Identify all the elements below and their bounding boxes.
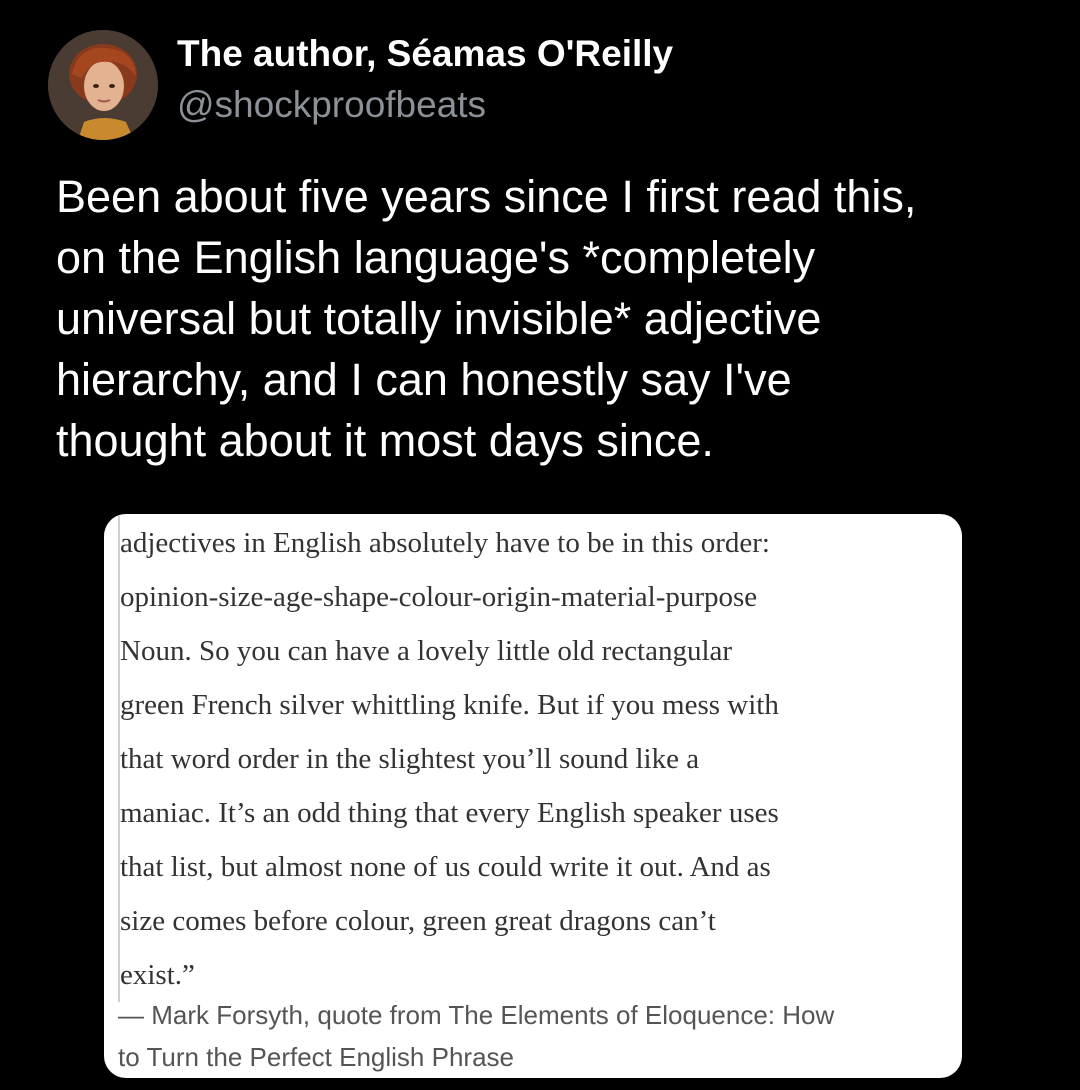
tweet-text-line: hierarchy, and I can honestly say I've xyxy=(56,354,792,405)
quote-line: Noun. So you can have a lovely little ol… xyxy=(120,635,733,667)
quote-body: adjectives in English absolutely have to… xyxy=(118,516,958,1002)
tweet-text-line: Been about five years since I first read… xyxy=(56,171,917,222)
attribution-line: — Mark Forsyth, quote from The Elements … xyxy=(118,1000,835,1030)
quote-image-card[interactable]: adjectives in English absolutely have to… xyxy=(104,514,962,1078)
quote-line: opinion-size-age-shape-colour-origin-mat… xyxy=(120,581,758,613)
attribution-line: to Turn the Perfect English Phrase xyxy=(118,1042,514,1072)
quote-line: that list, but almost none of us could w… xyxy=(120,851,771,883)
avatar-illustration-icon xyxy=(48,30,158,140)
quote-line: green French silver whittling knife. But… xyxy=(120,689,779,721)
quote-line: maniac. It’s an odd thing that every Eng… xyxy=(120,797,779,829)
author-display-name[interactable]: The author, Séamas O'Reilly xyxy=(177,32,673,76)
quote-line: size comes before colour, green great dr… xyxy=(120,905,716,937)
avatar[interactable] xyxy=(48,30,158,140)
tweet-text-line: on the English language's *completely xyxy=(56,232,816,283)
quote-line: that word order in the slightest you’ll … xyxy=(120,743,700,775)
tweet-text-line: thought about it most days since. xyxy=(56,415,714,466)
tweet-text-line: universal but totally invisible* adjecti… xyxy=(56,293,822,344)
quote-line: adjectives in English absolutely have to… xyxy=(120,527,770,559)
author-handle[interactable]: @shockproofbeats xyxy=(177,83,486,127)
quote-attribution: — Mark Forsyth, quote from The Elements … xyxy=(118,994,954,1078)
tweet-text: Been about five years since I first read… xyxy=(56,166,1056,471)
